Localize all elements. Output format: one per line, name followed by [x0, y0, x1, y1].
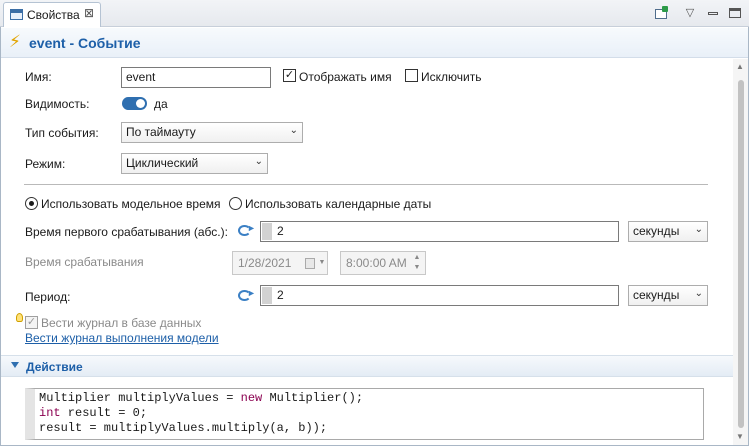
show-name-checkbox[interactable]: ✓	[283, 69, 296, 82]
chevron-down-icon: ⌄	[289, 125, 298, 136]
visibility-toggle[interactable]	[122, 97, 147, 110]
minimize-icon[interactable]	[705, 5, 721, 21]
radio-calendar-label: Использовать календарные даты	[245, 197, 432, 211]
separator	[24, 184, 708, 185]
mode-label: Режим:	[25, 157, 66, 171]
name-input[interactable]: event	[121, 67, 271, 88]
view-menu-icon[interactable]: ▽	[682, 5, 698, 21]
period-unit: секунды	[633, 288, 680, 302]
field-marker	[262, 287, 272, 304]
log-db-label: Вести журнал в базе данных	[41, 316, 202, 330]
spin-up-icon[interactable]: ▲	[412, 253, 422, 263]
tab-label: Свойства	[27, 8, 80, 22]
code-text: Multiplier multiplyValues = new Multipli…	[39, 391, 364, 435]
first-trigger-input[interactable]: 2	[260, 221, 619, 242]
exclude-checkbox[interactable]	[405, 69, 418, 82]
collapse-arrow-icon[interactable]	[11, 362, 19, 368]
event-type-select[interactable]: По таймауту ⌄	[121, 122, 303, 143]
action-section-header[interactable]: Действие	[1, 355, 733, 377]
first-trigger-unit-select[interactable]: секунды ⌄	[628, 221, 708, 242]
maximize-icon[interactable]	[727, 5, 743, 21]
chevron-down-icon: ⌄	[694, 224, 703, 235]
page-title: event - Событие	[29, 35, 141, 51]
first-trigger-unit: секунды	[633, 224, 680, 238]
period-label: Период:	[25, 290, 71, 304]
close-icon[interactable]: ⊠	[84, 6, 94, 20]
log-execution-link[interactable]: Вести журнал выполнения модели	[25, 331, 219, 345]
scroll-up-icon[interactable]: ▲	[736, 62, 744, 71]
dynamic-value-icon[interactable]: ►	[236, 288, 256, 304]
visibility-value: да	[154, 97, 168, 111]
trigger-time-label: Время срабатывания	[25, 255, 144, 269]
chevron-down-icon: ⌄	[254, 156, 263, 167]
radio-model-time-label: Использовать модельное время	[41, 197, 221, 211]
properties-header: ⚡ event - Событие	[1, 28, 748, 58]
event-type-label: Тип события:	[25, 126, 99, 140]
scroll-down-icon[interactable]: ▼	[736, 432, 744, 441]
chevron-down-icon: ⌄	[694, 288, 703, 299]
period-unit-select[interactable]: секунды ⌄	[628, 285, 708, 306]
tab-properties[interactable]: Свойства ⊠	[3, 2, 101, 27]
show-name-label: Отображать имя	[299, 70, 392, 84]
action-code-editor[interactable]: Multiplier multiplyValues = new Multipli…	[25, 388, 704, 440]
bolt-icon: ⚡	[9, 32, 21, 51]
exclude-label: Исключить	[421, 70, 482, 84]
trigger-date-value: 1/28/2021	[238, 256, 292, 270]
lightbulb-icon	[16, 313, 23, 322]
chevron-down-icon: ▼	[318, 259, 326, 266]
field-marker	[262, 223, 272, 240]
view-tab-bar: Свойства ⊠ ▽	[0, 0, 749, 27]
spin-down-icon[interactable]: ▼	[412, 263, 422, 273]
pin-icon[interactable]	[653, 5, 669, 21]
mode-select[interactable]: Циклический ⌄	[121, 153, 268, 174]
scrollbar-thumb[interactable]	[738, 80, 744, 428]
first-trigger-label: Время первого срабатывания (абс.):	[25, 225, 228, 239]
log-db-checkbox[interactable]: ✓	[25, 316, 38, 329]
period-input[interactable]: 2	[260, 285, 619, 306]
properties-icon	[10, 9, 23, 20]
visibility-label: Видимость:	[25, 97, 90, 111]
mode-value: Циклический	[126, 156, 199, 170]
calendar-icon	[305, 258, 315, 269]
radio-calendar-dates[interactable]	[229, 197, 242, 210]
name-label: Имя:	[25, 70, 52, 84]
dynamic-value-icon[interactable]: ►	[236, 223, 256, 239]
event-type-value: По таймауту	[126, 125, 196, 139]
radio-model-time[interactable]	[25, 197, 38, 210]
action-section-title: Действие	[26, 360, 83, 374]
trigger-clock-value: 8:00:00 AM	[346, 256, 407, 270]
